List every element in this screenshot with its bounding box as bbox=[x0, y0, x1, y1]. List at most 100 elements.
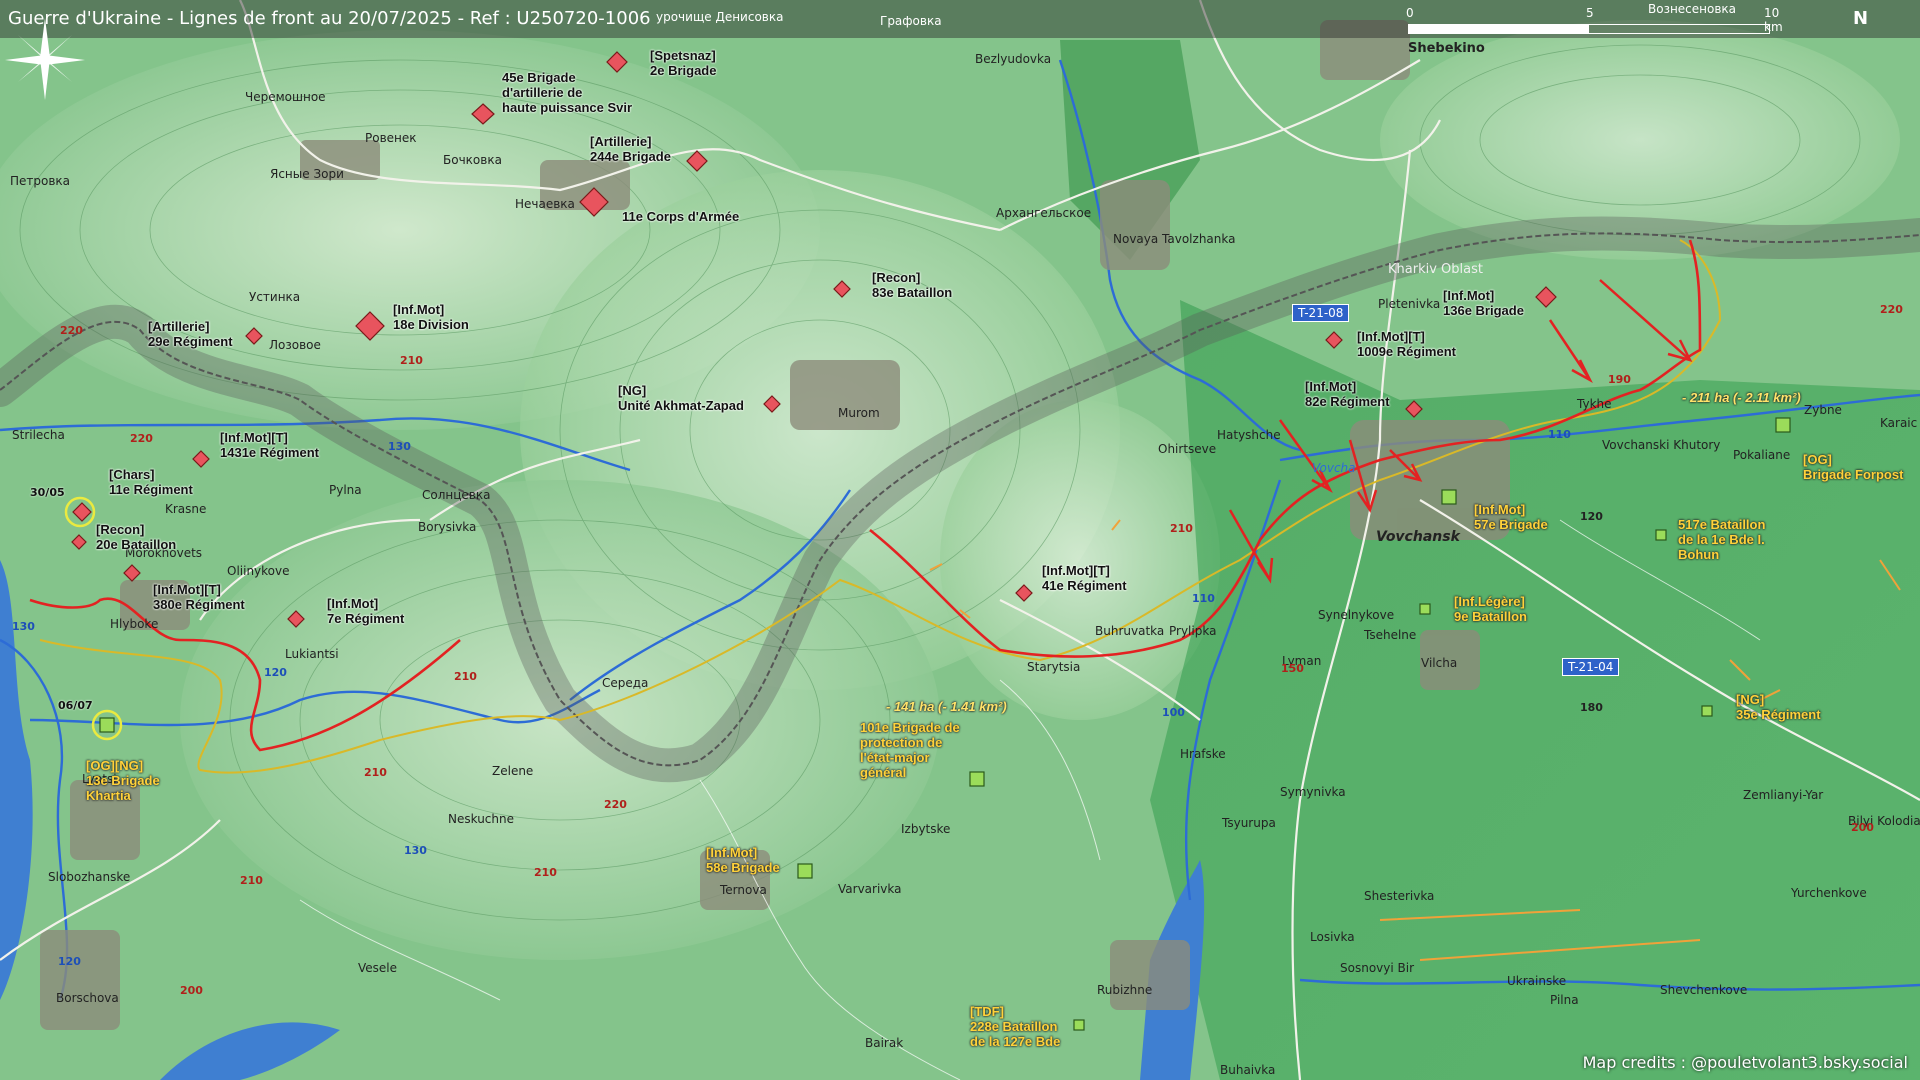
ua-unit-infmot-57: [Inf.Mot] 57e Brigade bbox=[1474, 502, 1548, 532]
place-neskuchne: Neskuchne bbox=[448, 812, 514, 826]
scale-label-0: 0 bbox=[1406, 6, 1414, 20]
north-arrow-icon bbox=[5, 18, 85, 100]
place-borysivka: Borysivka bbox=[418, 520, 477, 534]
place-ohirtseve: Ohirtseve bbox=[1158, 442, 1217, 456]
place-urochische: урочище Денисовка bbox=[656, 10, 784, 24]
place-hatyshche: Hatyshche bbox=[1217, 428, 1281, 442]
ru-unit-spetsnaz: [Spetsnaz] 2e Brigade bbox=[650, 48, 717, 78]
place-zelene: Zelene bbox=[492, 764, 534, 778]
place-petrovka: Петровка bbox=[10, 174, 71, 188]
place-zybne: Zybne bbox=[1804, 403, 1842, 417]
place-buhaivka: Buhaivka bbox=[1220, 1063, 1276, 1077]
elevation-label: 130 bbox=[404, 844, 427, 857]
road-tag-t2104: T-21-04 bbox=[1562, 658, 1620, 676]
place-kharkiv-oblast: Kharkiv Oblast bbox=[1388, 262, 1483, 277]
elevation-label: 180 bbox=[1580, 701, 1603, 714]
elevation-label: 110 bbox=[1192, 592, 1215, 605]
ua-unit-brig-101: 101e Brigade de protection de l'état-maj… bbox=[860, 720, 960, 780]
place-solntsevka: Солнцевка bbox=[422, 488, 491, 502]
area-loss-141: - 141 ha (- 1.41 km²) bbox=[886, 699, 1007, 714]
place-lozovoe: Лозовое bbox=[269, 338, 321, 352]
terrain-valley-east bbox=[1150, 300, 1920, 1080]
elevation-label: 210 bbox=[534, 866, 557, 879]
place-bairak: Bairak bbox=[865, 1036, 904, 1050]
elevation-label: 110 bbox=[1548, 428, 1571, 441]
ru-unit-artillerie-244: [Artillerie] 244e Brigade bbox=[590, 134, 671, 164]
elevation-label: 150 bbox=[1281, 662, 1304, 675]
ru-unit-infmot-41: [Inf.Mot][T] 41e Régiment bbox=[1042, 563, 1127, 593]
ru-unit-infmot-7: [Inf.Mot] 7e Régiment bbox=[327, 596, 405, 626]
place-rovenek: Ровенек bbox=[365, 131, 417, 145]
place-oliinykove: Oliinykove bbox=[227, 564, 290, 578]
ua-unit-ng-35: [NG] 35e Régiment bbox=[1736, 692, 1821, 722]
ru-unit-ng-akhmat: [NG] Unité Akhmat-Zapad bbox=[618, 383, 744, 413]
ru-unit-infmot-18: [Inf.Mot] 18e Division bbox=[393, 302, 469, 332]
place-pilna: Pilna bbox=[1550, 993, 1579, 1007]
place-starytsia: Starytsia bbox=[1027, 660, 1081, 674]
elevation-label: 210 bbox=[454, 670, 477, 683]
place-slobozhanske: Slobozhanske bbox=[48, 870, 131, 884]
ru-unit-chars-11: [Chars] 11e Régiment bbox=[109, 467, 193, 497]
place-cheremoshnoe: Черемошное bbox=[245, 90, 326, 104]
scale-label-10: 10 km bbox=[1764, 6, 1783, 34]
place-bochkovka: Бочковка bbox=[443, 153, 502, 167]
elevation-label: 220 bbox=[60, 324, 83, 337]
scale-segment bbox=[1409, 25, 1589, 33]
place-bezlyudovka: Bezlyudovka bbox=[975, 52, 1052, 66]
place-lukiantsi: Lukiantsi bbox=[285, 647, 339, 661]
place-losivka: Losivka bbox=[1310, 930, 1355, 944]
elevation-label: 130 bbox=[388, 440, 411, 453]
place-tsyurupa: Tsyurupa bbox=[1222, 816, 1276, 830]
road-tag-t2108: T-21-08 bbox=[1292, 304, 1350, 322]
place-pokaliane: Pokaliane bbox=[1733, 448, 1791, 462]
date-tag-0607: 06/07 bbox=[58, 699, 93, 712]
place-izbytske: Izbytske bbox=[901, 822, 951, 836]
place-sereda: Середа bbox=[602, 676, 649, 690]
ua-unit-bat-517: 517e Bataillon de la 1e Bde I. Bohun bbox=[1678, 517, 1766, 562]
ua-unit-infmot-58: [Inf.Mot] 58e Brigade bbox=[706, 845, 780, 875]
place-vovcha-river: Vovcha bbox=[1312, 461, 1356, 475]
ru-unit-artillerie-29: [Artillerie] 29e Régiment bbox=[148, 319, 233, 349]
place-varvarivka: Varvarivka bbox=[838, 882, 902, 896]
place-murom: Murom bbox=[838, 406, 880, 420]
elevation-label: 210 bbox=[364, 766, 387, 779]
scale-track bbox=[1408, 24, 1770, 34]
place-buhruvatka: Buhruvatka bbox=[1095, 624, 1165, 638]
place-sosnovyi: Sosnovyi Bir bbox=[1340, 961, 1415, 975]
place-shebekino: Shebekino bbox=[1408, 41, 1485, 56]
elevation-label: 120 bbox=[58, 955, 81, 968]
elevation-label: 200 bbox=[180, 984, 203, 997]
ua-unit-tdf-228: [TDF] 228e Bataillon de la 127e Bde bbox=[970, 1004, 1061, 1049]
place-borschova: Borschova bbox=[56, 991, 119, 1005]
place-pylna: Pylna bbox=[329, 483, 362, 497]
elevation-label: 220 bbox=[130, 432, 153, 445]
place-hlyboke: Hlyboke bbox=[110, 617, 159, 631]
place-strilecha: Strilecha bbox=[12, 428, 65, 442]
ua-unit-og-forpost: [OG] Brigade Forpost bbox=[1803, 452, 1904, 482]
place-symynivka: Symynivka bbox=[1280, 785, 1346, 799]
elevation-label: 210 bbox=[400, 354, 423, 367]
elevation-label: 190 bbox=[1608, 373, 1631, 386]
place-vovchansk: Vovchansk bbox=[1376, 529, 1460, 545]
map-title: Guerre d'Ukraine - Lignes de front au 20… bbox=[8, 8, 651, 29]
ru-unit-recon-20: [Recon] 20e Bataillon bbox=[96, 522, 177, 552]
map-view[interactable]: Guerre d'Ukraine - Lignes de front au 20… bbox=[0, 0, 1920, 1080]
place-prylipka: Prylipka bbox=[1169, 624, 1217, 638]
place-hrafske: Hrafske bbox=[1180, 747, 1226, 761]
place-karaichne: Karaic bbox=[1880, 416, 1918, 430]
place-vovchanski: Vovchanski Khutory bbox=[1602, 438, 1721, 452]
place-pletenivka: Pletenivka bbox=[1378, 297, 1441, 311]
ru-unit-infmot-1431: [Inf.Mot][T] 1431e Régiment bbox=[220, 430, 319, 460]
ua-unit-inflegere-9: [Inf.Légère] 9e Bataillon bbox=[1454, 594, 1527, 624]
ru-unit-infmot-82: [Inf.Mot] 82e Régiment bbox=[1305, 379, 1390, 409]
elevation-label: 210 bbox=[240, 874, 263, 887]
ru-unit-infmot-136: [Inf.Mot] 136e Brigade bbox=[1443, 288, 1524, 318]
elevation-label: 210 bbox=[1170, 522, 1193, 535]
place-novaya: Novaya Tavolzhanka bbox=[1113, 232, 1236, 246]
north-label: N bbox=[1853, 8, 1869, 29]
place-nechaevka: Нечаевка bbox=[515, 197, 575, 211]
elevation-label: 220 bbox=[604, 798, 627, 811]
ru-unit-infmot-1009: [Inf.Mot][T] 1009e Régiment bbox=[1357, 329, 1456, 359]
place-synelnykove: Synelnykove bbox=[1318, 608, 1395, 622]
elevation-label: 100 bbox=[1162, 706, 1185, 719]
